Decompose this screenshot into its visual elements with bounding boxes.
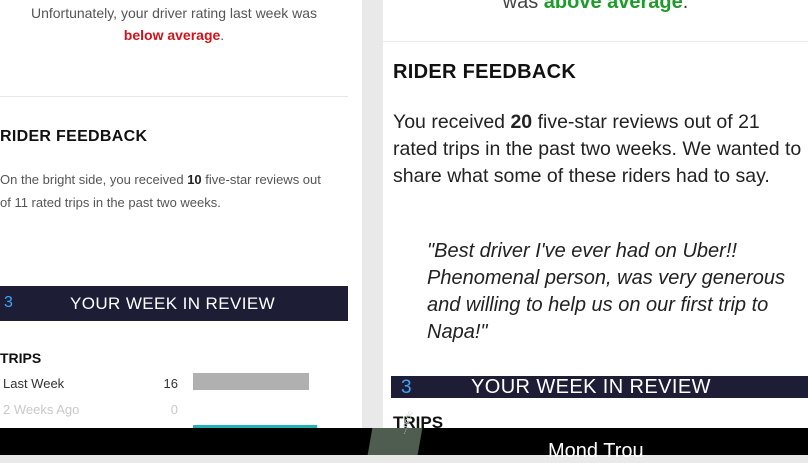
banner-title: YOUR WEEK IN REVIEW [471,376,711,398]
trip-row-count: 0 [170,402,178,417]
trip-row-count: 16 [163,376,178,391]
rider-feedback-heading: RIDER FEEDBACK [393,61,577,83]
trip-row-last-week: Last Week 16 [0,373,348,395]
banner-section-number: 3 [4,294,13,311]
five-star-count: 20 [510,111,533,133]
right-email-panel: was above average. RIDER FEEDBACK You re… [383,0,808,428]
above-average-text: above average [543,0,683,13]
rating-summary: was above average. [383,0,808,14]
trip-row-2-weeks-ago: 2 Weeks Ago 0 [0,399,348,421]
section-divider [0,96,348,97]
five-star-count: 10 [187,172,202,187]
week-in-review-banner: 3 YOUR WEEK IN REVIEW [0,286,348,321]
week-in-review-banner: 3 YOUR WEEK IN REVIEW [391,376,808,398]
was-text: was [502,0,539,13]
rating-intro-text: Unfortunately, your driver rating last w… [30,5,318,21]
feedback-pre: You received [393,111,506,133]
rider-feedback-heading: RIDER FEEDBACK [0,128,148,145]
rider-feedback-text: You received 20 five-star reviews out of… [393,109,805,190]
bottom-title: Mond Trou [548,440,644,462]
banner-title: YOUR WEEK IN REVIEW [70,294,276,313]
section-divider [383,41,808,42]
banner-section-number: 3 [401,377,412,398]
feedback-pre: On the bright side, you received [0,172,184,187]
intro-period: . [220,27,225,43]
rating-intro: Unfortunately, your driver rating last w… [0,2,348,46]
bottom-bar: ...podc Mond Trou [0,409,808,462]
trip-bar [193,373,309,390]
rider-feedback-text: On the bright side, you received 10 five… [0,168,330,214]
rider-quote: "Best driver I've ever had on Uber!! Phe… [427,240,785,343]
trip-row-label: 2 Weeks Ago [3,402,80,417]
podcast-logo-icon [367,428,423,455]
below-average-text: below average [123,27,221,43]
left-email-panel: Unfortunately, your driver rating last w… [0,0,362,428]
summary-period: . [682,0,689,13]
trip-row-label: Last Week [3,376,65,391]
trips-heading: TRIPS [0,350,42,366]
